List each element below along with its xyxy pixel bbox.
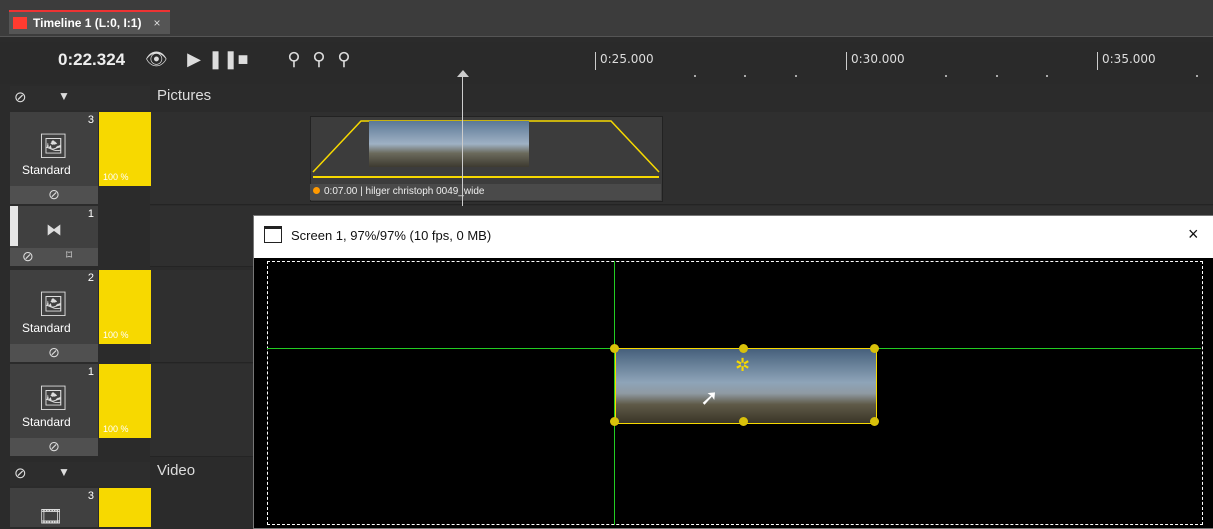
window-icon (264, 226, 282, 243)
opacity-bar[interactable]: 100 % (99, 112, 151, 186)
close-icon[interactable]: × (1188, 224, 1199, 245)
chevron-down-icon[interactable]: ▼ (58, 89, 70, 103)
resize-handle[interactable] (870, 344, 879, 353)
tab-close-icon[interactable]: × (153, 16, 160, 30)
resize-handle[interactable] (870, 417, 879, 426)
track-color (10, 206, 18, 246)
track-number: 1 (87, 366, 94, 378)
screen-title: Screen 1, 97%/97% (10 fps, 0 MB) (291, 228, 492, 243)
transition-icon: ⧓ (46, 222, 62, 239)
playhead-marker-icon[interactable] (457, 70, 469, 77)
ruler-label: 0:35.000 (1097, 52, 1156, 70)
track-number: 1 (87, 208, 94, 220)
opacity-value: 100 % (103, 330, 129, 340)
zoom-in-icon[interactable]: ⚲ (283, 48, 305, 70)
anchor-point-icon[interactable]: ✲ (735, 355, 750, 376)
mute-icon[interactable]: ⊘ (10, 438, 98, 456)
ruler-label: 0:30.000 (846, 52, 905, 70)
mute-icon[interactable]: ⊘ (10, 344, 98, 362)
resize-handle[interactable] (739, 344, 748, 353)
track-number: 3 (87, 114, 94, 126)
opacity-bar[interactable]: 100 % (99, 364, 151, 438)
pictures-group-header: ⊘ ▼ (10, 86, 150, 110)
image-icon: 🖼 (38, 291, 69, 318)
track-header[interactable]: 3 🖼 Standard (10, 112, 98, 186)
stop-icon[interactable]: ■ (232, 48, 254, 70)
screen-title-bar: Screen 1, 97%/97% (10 fps, 0 MB) × (254, 216, 1213, 258)
tab-bar (0, 0, 1213, 37)
track-blend-mode: Standard (22, 163, 71, 177)
group-title-pictures: Pictures (157, 87, 212, 104)
clip-label-bar: 0:07.00 | hilger christoph 0049_wide (310, 184, 661, 200)
opacity-bar[interactable]: 100 % (99, 270, 151, 344)
track-blend-mode: Standard (22, 415, 71, 429)
image-icon: 🖼 (38, 133, 69, 160)
track-number: 3 (87, 490, 94, 502)
track-blend-mode: Standard (22, 321, 71, 335)
resize-handle[interactable] (610, 344, 619, 353)
mute-icon[interactable]: ⊘ (10, 186, 98, 204)
timeline-color-icon (13, 17, 27, 29)
opacity-value: 100 % (103, 172, 129, 182)
chevron-down-icon[interactable]: ▼ (58, 465, 70, 479)
zoom-fit-icon[interactable]: ⚲ (333, 48, 355, 70)
marker-icon[interactable]: ⌑ (66, 248, 72, 262)
opacity-bar[interactable] (99, 488, 151, 527)
track-number: 2 (87, 272, 94, 284)
playhead[interactable] (462, 72, 463, 215)
clip-thumbnail (369, 121, 529, 167)
video-group-header: ⊘ ▼ (10, 462, 150, 486)
track-header[interactable]: 1 ⧓ (10, 206, 98, 248)
ruler-label: 0:25.000 (595, 52, 654, 70)
zoom-out-icon[interactable]: ⚲ (308, 48, 330, 70)
play-icon[interactable]: ▶ (183, 48, 205, 70)
mute-icon[interactable]: ⊘ (14, 464, 27, 482)
current-time: 0:22.324 (58, 50, 126, 69)
tab-title: Timeline 1 (L:0, I:1) (33, 16, 142, 30)
opacity-value: 100 % (103, 424, 129, 434)
mute-icon[interactable]: ⊘ (14, 88, 27, 106)
resize-handle[interactable] (610, 417, 619, 426)
mute-icon[interactable]: ⊘ (22, 248, 34, 265)
tab-timeline-1[interactable]: Timeline 1 (L:0, I:1) × (9, 10, 171, 34)
clip-label: 0:07.00 | hilger christoph 0049_wide (324, 186, 485, 197)
clip-dot-icon (313, 187, 320, 194)
cursor-icon: ➚ (700, 385, 719, 410)
group-title-video: Video (157, 462, 196, 479)
track-controls: ⊘ ⌑ (10, 248, 98, 266)
track-header[interactable]: 3 🎞 (10, 488, 98, 528)
resize-handle[interactable] (739, 417, 748, 426)
eye-icon[interactable]: 👁 (145, 48, 168, 70)
track-header[interactable]: 2 🖼 Standard (10, 270, 98, 344)
track-header[interactable]: 1 🖼 Standard (10, 364, 98, 438)
film-icon: 🎞 (38, 506, 64, 528)
image-icon: 🖼 (38, 385, 69, 412)
pause-icon[interactable]: ❚❚ (208, 48, 238, 70)
